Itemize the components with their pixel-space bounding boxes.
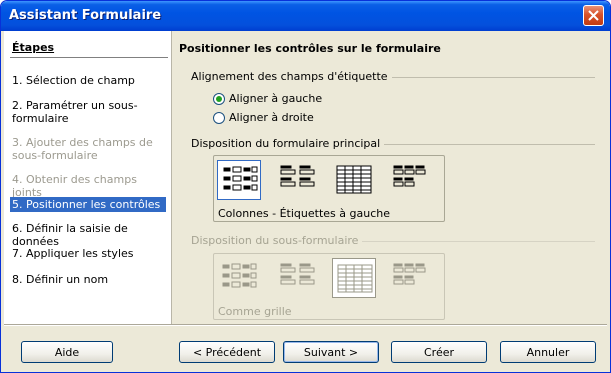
step-2[interactable]: 2. Paramétrer un sous-formulaire <box>10 98 166 126</box>
window-title: Assistant Formulaire <box>9 8 162 23</box>
columns-top-labels-icon <box>280 165 315 187</box>
next-button[interactable]: Suivant > <box>283 341 379 363</box>
radio-checked-icon <box>213 92 225 105</box>
steps-divider <box>10 57 168 58</box>
step-3: 3. Ajouter des champs de sous-formulaire <box>12 136 153 162</box>
label-alignment-heading: Alignement des champs d'étiquette <box>191 70 392 83</box>
columns-left-labels-icon <box>222 263 257 288</box>
align-right-label: Aligner à droite <box>229 111 314 124</box>
close-icon <box>588 10 599 21</box>
layout-columns-left-labels-option[interactable] <box>217 160 261 200</box>
sub-layout-columns-left-labels-option <box>217 258 261 298</box>
step-4: 4. Obtenir des champs joints <box>12 173 137 199</box>
back-button[interactable]: < Précédent <box>179 341 275 363</box>
dialog-body: Étapes 1. Sélection de champ 2. Paramétr… <box>4 31 607 370</box>
button-bar-divider <box>4 324 607 326</box>
layout-blocks-top-labels-option[interactable] <box>389 160 433 200</box>
blocks-top-labels-icon <box>393 165 426 187</box>
sub-layout-selector: Comme grille <box>213 253 445 320</box>
main-layout-caption: Colonnes - Étiquettes à gauche <box>218 207 390 220</box>
steps-panel: Étapes 1. Sélection de champ 2. Paramétr… <box>4 31 172 324</box>
align-left-label: Aligner à gauche <box>229 92 323 105</box>
columns-top-labels-icon <box>280 263 315 285</box>
cancel-button[interactable]: Annuler <box>500 341 596 363</box>
align-right-radio[interactable]: Aligner à droite <box>213 111 314 124</box>
sub-layout-columns-top-labels-option <box>276 258 320 298</box>
sub-layout-blocks-top-labels-option <box>389 258 433 298</box>
layout-datasheet-option[interactable] <box>332 160 376 200</box>
sub-layout-heading: Disposition du sous-formulaire <box>191 234 363 247</box>
sub-layout-caption: Comme grille <box>218 305 292 318</box>
step-7[interactable]: 7. Appliquer les styles <box>10 246 166 261</box>
blocks-top-labels-icon <box>393 263 426 285</box>
layout-columns-top-labels-option[interactable] <box>276 160 320 200</box>
title-bar[interactable]: Assistant Formulaire <box>1 1 610 31</box>
datasheet-grid-icon <box>337 264 373 293</box>
steps-heading: Étapes <box>12 41 55 54</box>
radio-unchecked-icon <box>213 111 225 124</box>
step-6[interactable]: 6. Définir la saisie de données <box>10 221 166 249</box>
main-panel: Positionner les contrôles sur le formula… <box>173 31 607 324</box>
step-8[interactable]: 8. Définir un nom <box>10 272 166 287</box>
align-left-radio[interactable]: Aligner à gauche <box>213 92 322 105</box>
close-button[interactable] <box>583 5 604 26</box>
step-1[interactable]: 1. Sélection de champ <box>10 73 166 88</box>
step-5[interactable]: 5. Positionner les contrôles <box>10 197 166 212</box>
sub-layout-datasheet-option <box>332 258 376 298</box>
columns-left-labels-icon <box>223 166 258 191</box>
finish-button[interactable]: Créer <box>391 341 487 363</box>
form-wizard-dialog: Assistant Formulaire Étapes 1. Sélection… <box>0 0 611 373</box>
datasheet-grid-icon <box>336 165 372 194</box>
main-layout-selector: Colonnes - Étiquettes à gauche <box>213 155 445 222</box>
help-button[interactable]: Aide <box>21 341 113 363</box>
main-layout-heading: Disposition du formulaire principal <box>191 137 385 150</box>
page-title: Positionner les contrôles sur le formula… <box>179 42 441 55</box>
